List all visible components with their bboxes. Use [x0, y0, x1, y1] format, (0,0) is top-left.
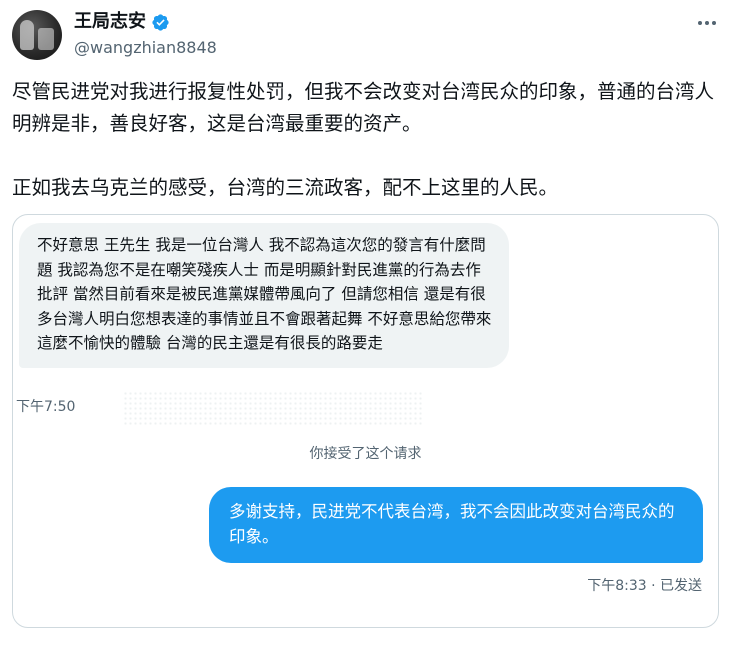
incoming-message-bubble: 不好意思 王先生 我是一位台灣人 我不認為這次您的發言有什麼問題 我認為您不是在… [19, 223, 509, 368]
tweet-paragraph: 尽管民进党对我进行报复性处罚，但我不会改变对台湾民众的印象，普通的台湾人明辨是非… [12, 80, 715, 135]
outgoing-message-status: 下午8:33 · 已发送 [587, 578, 702, 594]
tweet-paragraph: 正如我去乌克兰的感受，台湾的三流政客，配不上这里的人民。 [12, 176, 559, 199]
avatar[interactable] [12, 10, 62, 60]
avatar-sign [38, 28, 54, 50]
author-display-name[interactable]: 王局志安 [74, 10, 146, 34]
author-handle[interactable]: @wangzhian8848 [74, 37, 217, 59]
more-options-icon[interactable] [694, 10, 720, 36]
background-pattern [123, 391, 423, 425]
tweet-text: 尽管民进党对我进行报复性处罚，但我不会改变对台湾民众的印象，普通的台湾人明辨是非… [12, 76, 720, 204]
avatar-figure [20, 20, 34, 50]
attached-screenshot[interactable]: 不好意思 王先生 我是一位台灣人 我不認為這次您的發言有什麼問題 我認為您不是在… [12, 214, 719, 628]
verified-badge-icon [152, 13, 169, 31]
request-accepted-notice: 你接受了这个请求 [309, 446, 422, 462]
outgoing-message-bubble: 多谢支持，民进党不代表台湾，我不会因此改变对台湾民众的印象。 [209, 487, 703, 563]
author-header[interactable]: 王局志安 [74, 10, 170, 34]
incoming-message-time: 下午7:50 [16, 399, 76, 415]
